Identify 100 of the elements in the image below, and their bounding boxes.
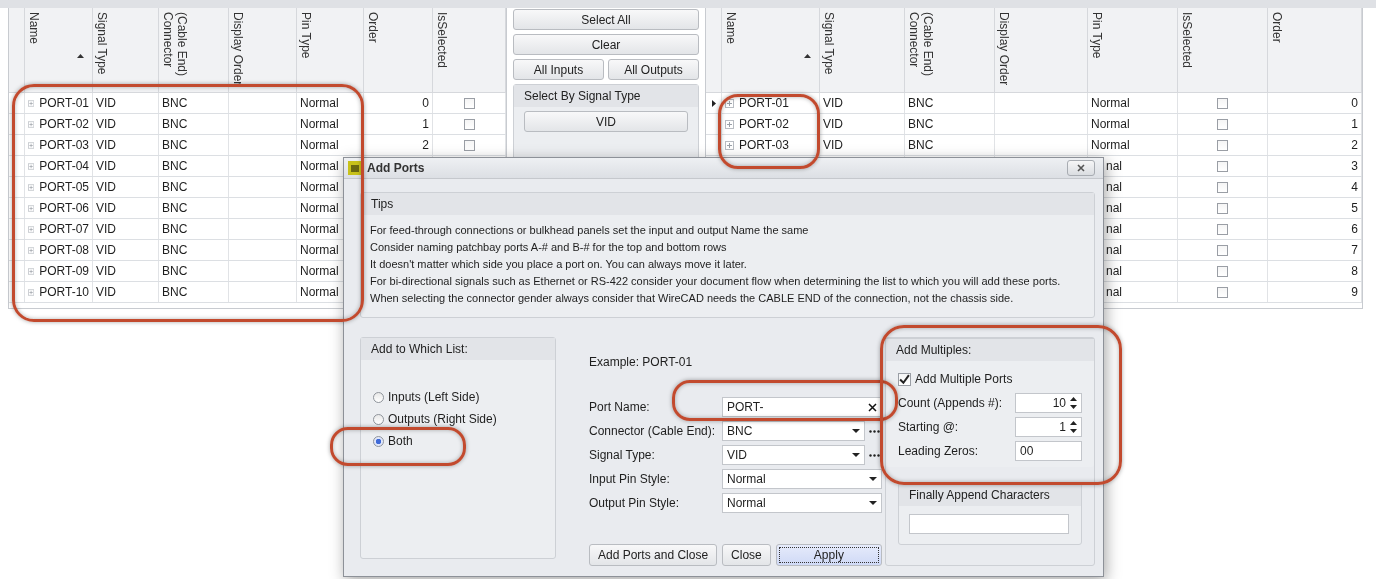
column-header[interactable]: (Cable End) Connector (905, 8, 995, 92)
table-cell: BNC (162, 222, 188, 236)
dropdown-field[interactable]: Normal (722, 469, 882, 489)
checkbox[interactable] (1217, 160, 1228, 172)
table-cell: PORT-07 (39, 222, 89, 236)
column-header[interactable]: Display Order (995, 8, 1088, 92)
table-cell: 0 (1351, 96, 1358, 110)
dropdown-field[interactable]: VID (722, 445, 865, 465)
table-cell: Normal (300, 96, 339, 110)
radio-button[interactable] (373, 435, 384, 447)
close-icon (1077, 164, 1085, 172)
table-cell: VID (823, 138, 843, 152)
table-cell: BNC (162, 159, 188, 173)
dialog-button[interactable]: Apply (775, 544, 882, 566)
checkbox[interactable] (1217, 244, 1228, 256)
check-icon (899, 373, 910, 385)
column-header[interactable]: Order (364, 8, 433, 92)
column-header[interactable]: Signal Type (93, 8, 159, 92)
checkbox[interactable] (1217, 202, 1228, 214)
select-all-button[interactable]: Select All (513, 9, 699, 30)
all-inputs-button[interactable]: All Inputs (513, 59, 604, 80)
spin-field[interactable]: 1 (1015, 417, 1082, 437)
expand-icon[interactable] (725, 98, 734, 108)
radio-label[interactable]: Both (388, 434, 413, 448)
table-cell: 8 (1351, 264, 1358, 278)
table-cell: nal (1106, 264, 1122, 278)
radio-button[interactable] (373, 391, 384, 403)
table-cell: VID (96, 222, 116, 236)
table-cell: VID (96, 159, 116, 173)
table-cell: PORT-02 (739, 117, 789, 131)
column-header[interactable]: IsSelected (1178, 8, 1268, 92)
checkbox[interactable] (1217, 223, 1228, 235)
checkbox[interactable] (898, 372, 911, 386)
text-field[interactable]: PORT- (722, 397, 882, 417)
table-cell: PORT-03 (39, 138, 89, 152)
column-header[interactable]: Order (1268, 8, 1362, 92)
more-icon[interactable] (869, 429, 880, 433)
checkbox-label[interactable]: Add Multiple Ports (915, 372, 1013, 386)
table-cell: BNC (162, 201, 188, 215)
table-cell: BNC (162, 285, 188, 299)
field-label: Port Name: (589, 400, 651, 414)
dropdown-field[interactable]: Normal (722, 493, 882, 513)
dialog-button[interactable]: Add Ports and Close (589, 544, 718, 566)
checkbox[interactable] (1217, 118, 1228, 130)
table-cell: nal (1106, 222, 1122, 236)
table-cell: VID (96, 138, 116, 152)
all-outputs-button[interactable]: All Outputs (608, 59, 699, 80)
checkbox[interactable] (1217, 97, 1228, 109)
group-title: Add Multiples: (886, 338, 1094, 361)
dropdown-field[interactable]: BNC (722, 421, 865, 441)
table-cell: 1 (422, 117, 429, 131)
table-cell: PORT-08 (39, 243, 89, 257)
dropdown-arrow-icon[interactable] (869, 501, 877, 505)
close-button[interactable] (1067, 160, 1095, 176)
table-cell: VID (96, 243, 116, 257)
more-icon[interactable] (869, 453, 880, 457)
app-icon (348, 161, 362, 175)
column-header[interactable]: Pin Type (297, 8, 364, 92)
column-header[interactable]: Pin Type (1088, 8, 1178, 92)
expand-icon[interactable] (725, 119, 734, 129)
column-header[interactable]: (Cable End) Connector (159, 8, 229, 92)
spin-field[interactable]: 10 (1015, 393, 1082, 413)
table-cell: VID (96, 201, 116, 215)
column-header[interactable]: Name (25, 8, 93, 92)
checkbox[interactable] (463, 118, 475, 130)
clear-icon[interactable] (868, 402, 877, 412)
checkbox[interactable] (463, 139, 475, 151)
field-label: Input Pin Style: (589, 472, 671, 486)
table-cell: nal (1106, 285, 1122, 299)
table-cell: VID (96, 264, 116, 278)
checkbox[interactable] (1217, 265, 1228, 277)
table-cell: PORT-05 (39, 180, 89, 194)
expand-icon[interactable] (725, 140, 734, 150)
table-cell: Normal (300, 159, 339, 173)
text-field[interactable]: 00 (1015, 441, 1082, 461)
tip-text: For feed-through connections or bulkhead panels set the input and output Name the same (370, 223, 810, 238)
checkbox[interactable] (1217, 181, 1228, 193)
spin-arrows-icon[interactable] (1070, 420, 1077, 434)
table-cell: PORT-09 (39, 264, 89, 278)
text-field[interactable] (909, 514, 1069, 534)
table-cell: Normal (300, 201, 339, 215)
table-cell: Normal (300, 222, 339, 236)
dropdown-arrow-icon[interactable] (852, 429, 860, 433)
dropdown-arrow-icon[interactable] (852, 453, 860, 457)
radio-label[interactable]: Inputs (Left Side) (388, 390, 480, 404)
spin-arrows-icon[interactable] (1070, 396, 1077, 410)
checkbox[interactable] (463, 97, 475, 109)
table-cell: Normal (1091, 138, 1130, 152)
radio-button[interactable] (373, 413, 384, 425)
radio-label[interactable]: Outputs (Right Side) (388, 412, 497, 426)
column-header[interactable]: Signal Type (820, 8, 905, 92)
signal-type-button[interactable]: VID (524, 111, 688, 132)
dialog-button[interactable]: Close (722, 544, 771, 566)
column-header[interactable]: IsSelected (433, 8, 506, 92)
checkbox[interactable] (1217, 286, 1228, 298)
dropdown-arrow-icon[interactable] (869, 477, 877, 481)
column-header[interactable]: Name (722, 8, 820, 92)
clear-button[interactable]: Clear (513, 34, 699, 55)
column-header[interactable]: Display Order (229, 8, 297, 92)
checkbox[interactable] (1217, 139, 1228, 151)
